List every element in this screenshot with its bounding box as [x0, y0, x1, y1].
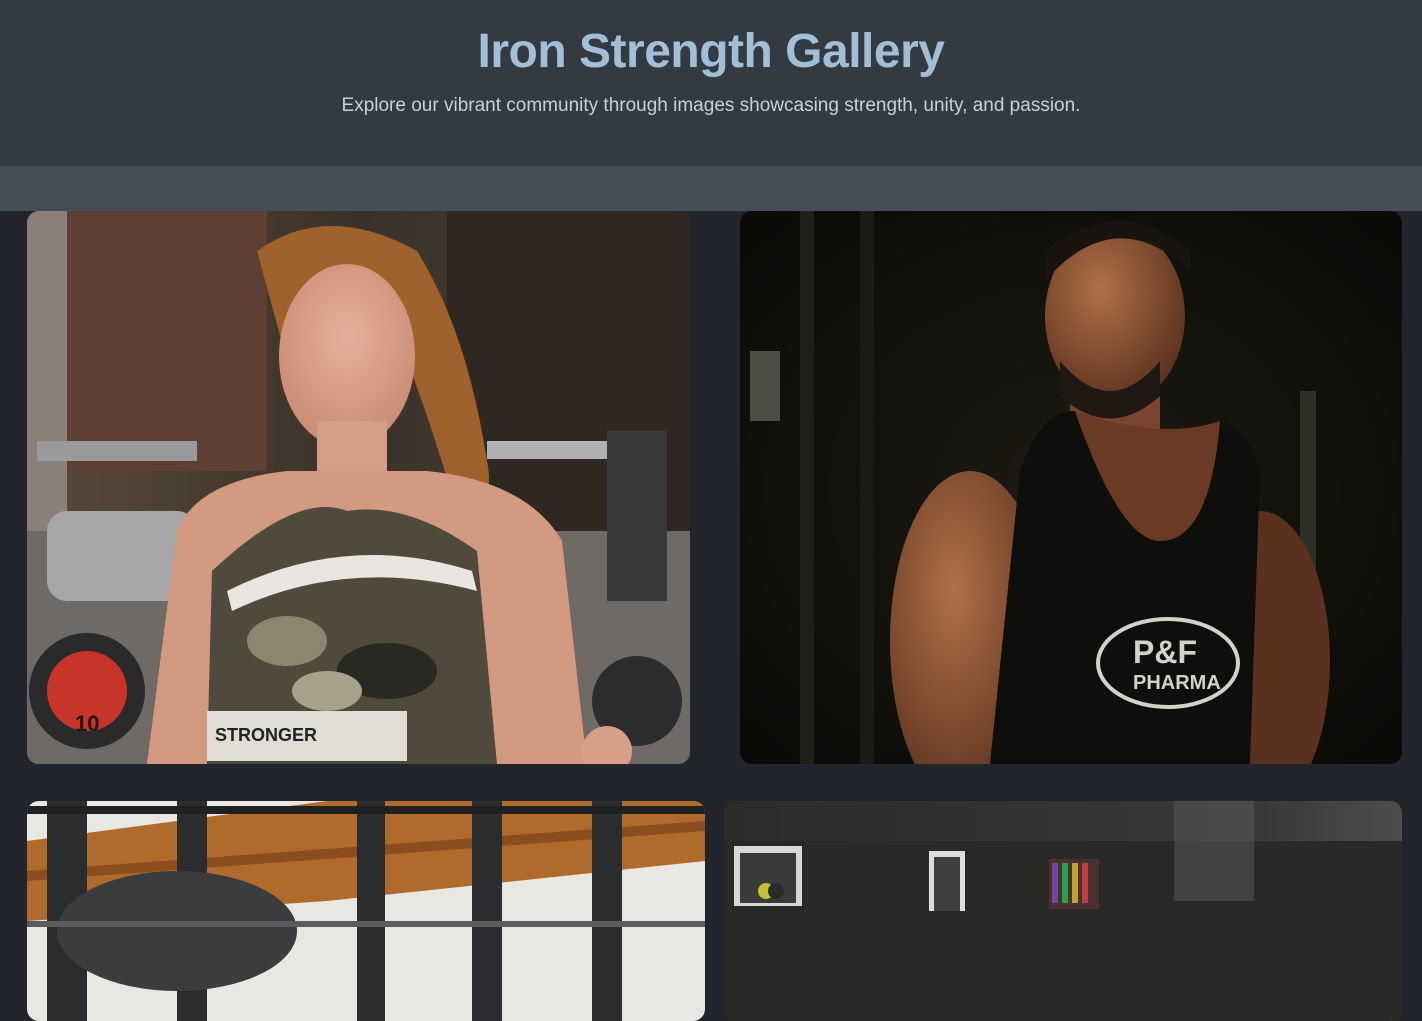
shirt-text: STRONGER [215, 725, 317, 745]
plate-number: 10 [75, 711, 99, 736]
man-tank-top-image: P&F PHARMA [740, 211, 1402, 764]
woman-dumbbell-image: 10 STRONGER [27, 211, 690, 764]
gallery-photo-2[interactable]: P&F PHARMA [740, 211, 1402, 764]
gallery-photo-4[interactable] [724, 801, 1402, 1021]
page-header: Iron Strength Gallery Explore our vibran… [0, 0, 1422, 166]
nav-band [0, 166, 1422, 211]
gallery-photo-3[interactable] [27, 801, 705, 1021]
gym-interior-image [724, 801, 1402, 1021]
squat-rack-image [27, 801, 705, 1021]
page-title: Iron Strength Gallery [477, 25, 945, 78]
page-subtitle: Explore our vibrant community through im… [341, 95, 1081, 116]
logo-text-bottom: PHARMA [1133, 672, 1221, 694]
logo-text-top: P&F [1133, 634, 1197, 670]
gallery-photo-1[interactable]: 10 STRONGER [27, 211, 690, 764]
